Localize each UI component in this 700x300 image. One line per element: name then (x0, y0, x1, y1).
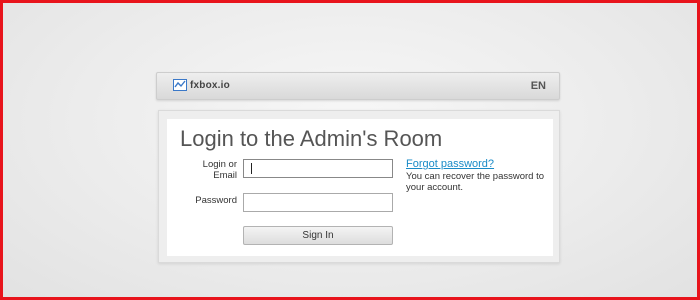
chart-line-icon (173, 79, 187, 91)
login-panel: Login to the Admin's Room Login or Email… (158, 110, 560, 263)
recover-password-hint: You can recover the password to your acc… (406, 171, 545, 193)
forgot-password-link[interactable]: Forgot password? (406, 158, 494, 170)
password-field[interactable] (243, 193, 393, 212)
sign-in-button[interactable]: Sign In (243, 226, 393, 245)
login-email-field[interactable] (243, 159, 393, 178)
login-email-label: Login or Email (202, 159, 237, 181)
language-selector[interactable]: EN (531, 80, 546, 92)
screen-frame: fxbox.io EN Login to the Admin's Room Lo… (0, 0, 700, 300)
logo-text: fxbox.io (190, 79, 230, 91)
password-label: Password (195, 195, 237, 206)
login-form: Login to the Admin's Room Login or Email… (167, 119, 553, 256)
page-title: Login to the Admin's Room (180, 126, 443, 151)
top-bar: fxbox.io EN (156, 72, 560, 100)
logo[interactable]: fxbox.io (173, 79, 230, 91)
text-cursor (251, 163, 252, 174)
